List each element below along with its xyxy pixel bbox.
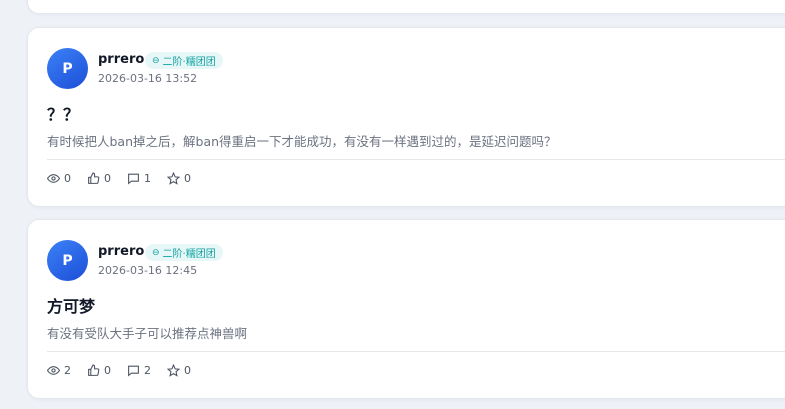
favorites-count: 0 bbox=[184, 172, 191, 185]
views-count: 2 bbox=[64, 364, 71, 377]
badge-icon: ⊖ bbox=[152, 247, 160, 258]
comment-button[interactable]: 2 bbox=[127, 364, 151, 377]
post-timestamp: 2026-03-16 12:45 bbox=[98, 264, 198, 277]
badge-label: 二阶·糯团团 bbox=[162, 57, 216, 68]
post-card[interactable]: P prrero ⊖ 二阶·糯团团 2026-03-16 13:52 ？？ 有时… bbox=[27, 27, 785, 207]
post-timestamp: 2026-03-16 13:52 bbox=[98, 72, 198, 85]
username[interactable]: prrero bbox=[98, 52, 144, 67]
post-title[interactable]: ？？ bbox=[47, 101, 79, 125]
likes-count: 0 bbox=[104, 172, 111, 185]
eye-icon bbox=[47, 366, 60, 375]
views-stat: 0 bbox=[47, 172, 71, 185]
favorites-count: 0 bbox=[184, 364, 191, 377]
rank-badge: ⊖ 二阶·糯团团 bbox=[145, 244, 223, 261]
username[interactable]: prrero bbox=[98, 244, 144, 259]
comment-icon bbox=[128, 173, 139, 185]
comment-button[interactable]: 1 bbox=[127, 172, 151, 185]
views-count: 0 bbox=[64, 172, 71, 185]
post-card-previous[interactable] bbox=[27, 0, 785, 14]
like-button[interactable]: 0 bbox=[87, 364, 111, 377]
post-stats: 0 0 1 0 bbox=[47, 172, 191, 185]
favorite-button[interactable]: 0 bbox=[167, 364, 191, 377]
post-stats: 2 0 2 0 bbox=[47, 364, 191, 377]
divider bbox=[47, 351, 785, 352]
avatar[interactable]: P bbox=[47, 48, 88, 89]
post-title[interactable]: 方可梦 bbox=[47, 293, 95, 317]
star-icon bbox=[167, 172, 180, 185]
badge-icon: ⊖ bbox=[152, 55, 160, 66]
comments-count: 2 bbox=[144, 364, 151, 377]
post-excerpt[interactable]: 有没有受队大手子可以推荐点神兽啊 bbox=[47, 323, 247, 342]
post-excerpt[interactable]: 有时候把人ban掉之后，解ban得重启一下才能成功，有没有一样遇到过的，是延迟问… bbox=[47, 131, 557, 150]
avatar[interactable]: P bbox=[47, 240, 88, 281]
comments-count: 1 bbox=[144, 172, 151, 185]
eye-icon bbox=[47, 174, 60, 183]
comment-icon bbox=[128, 365, 139, 377]
post-card[interactable]: P prrero ⊖ 二阶·糯团团 2026-03-16 12:45 方可梦 有… bbox=[27, 219, 785, 399]
rank-badge: ⊖ 二阶·糯团团 bbox=[145, 52, 223, 69]
badge-label: 二阶·糯团团 bbox=[162, 249, 216, 260]
like-button[interactable]: 0 bbox=[87, 172, 111, 185]
star-icon bbox=[167, 364, 180, 377]
divider bbox=[47, 159, 785, 160]
thumbs-up-icon bbox=[88, 364, 100, 376]
favorite-button[interactable]: 0 bbox=[167, 172, 191, 185]
views-stat: 2 bbox=[47, 364, 71, 377]
thumbs-up-icon bbox=[88, 172, 100, 184]
likes-count: 0 bbox=[104, 364, 111, 377]
